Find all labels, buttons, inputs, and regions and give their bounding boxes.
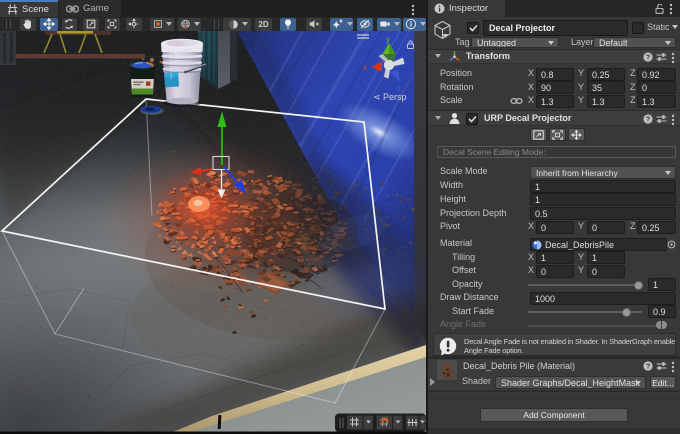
svg-text:x: x — [363, 63, 367, 72]
svg-text:?: ? — [646, 115, 651, 124]
svg-text:y: y — [386, 35, 390, 44]
svg-text:?: ? — [646, 53, 651, 62]
svg-text:⋖ Persp: ⋖ Persp — [373, 92, 407, 102]
svg-text:?: ? — [646, 362, 651, 371]
